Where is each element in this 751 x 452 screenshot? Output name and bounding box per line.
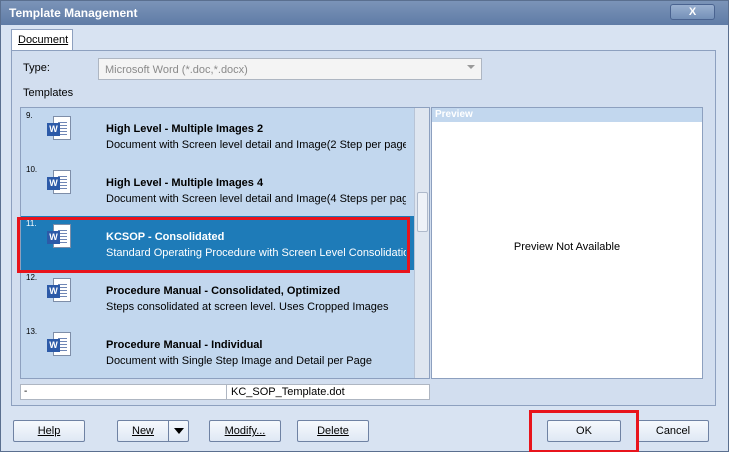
new-label: New — [132, 425, 155, 437]
preview-message: Preview Not Available — [513, 241, 621, 253]
list-item[interactable]: 12. W Procedure Manual - Consolidated, O… — [21, 270, 414, 324]
scrollbar-thumb[interactable] — [417, 192, 428, 232]
modify-label: Modify... — [224, 425, 266, 437]
template-management-dialog: Template Management X Document Type: Mic… — [0, 0, 729, 452]
template-file-row: - KC_SOP_Template.dot — [20, 384, 430, 400]
delete-button[interactable]: Delete — [297, 420, 369, 442]
list-item[interactable]: 10. W High Level - Multiple Images 4 Doc… — [21, 162, 414, 216]
help-label: Help — [37, 425, 61, 437]
new-button[interactable]: New — [117, 420, 189, 442]
preview-pane: Preview Preview Not Available — [431, 107, 703, 379]
close-icon: X — [688, 6, 697, 18]
list-item[interactable]: 9. W High Level - Multiple Images 2 Docu… — [21, 108, 414, 162]
item-title: High Level - Multiple Images 4 — [106, 177, 264, 189]
chevron-down-icon[interactable] — [168, 421, 188, 441]
item-number: 10. — [26, 165, 38, 174]
item-number: 9. — [26, 111, 33, 120]
item-title: High Level - Multiple Images 2 — [106, 123, 264, 135]
preview-header: Preview — [432, 108, 702, 122]
word-document-icon: W — [47, 170, 71, 196]
selection-highlight-box — [17, 217, 410, 273]
window-title: Template Management — [9, 6, 138, 20]
tab-document[interactable]: Document — [11, 29, 73, 51]
type-select[interactable]: Microsoft Word (*.doc,*.docx) — [98, 58, 482, 80]
divider — [226, 385, 227, 399]
item-title: Procedure Manual - Consolidated, Optimiz… — [106, 285, 341, 297]
item-description: Document with Screen level detail and Im… — [106, 193, 406, 205]
item-description: Document with Single Step Image and Deta… — [106, 355, 372, 367]
ok-highlight-box — [529, 410, 639, 452]
word-document-icon: W — [47, 278, 71, 304]
delete-label: Delete — [317, 425, 349, 437]
cancel-label: Cancel — [655, 425, 691, 437]
tab-label: Document — [18, 34, 69, 46]
cancel-button[interactable]: Cancel — [637, 420, 709, 442]
item-description: Document with Screen level detail and Im… — [106, 139, 406, 151]
type-select-value: Microsoft Word (*.doc,*.docx) — [105, 64, 248, 76]
close-button[interactable]: X — [670, 4, 715, 20]
dropdown-arrow-icon — [467, 65, 475, 69]
item-title: Procedure Manual - Individual — [106, 339, 263, 351]
title-bar: Template Management X — [1, 1, 728, 25]
modify-button[interactable]: Modify... — [209, 420, 281, 442]
type-label: Type: — [23, 62, 50, 74]
template-filename: KC_SOP_Template.dot — [231, 386, 345, 398]
help-button[interactable]: Help — [13, 420, 85, 442]
word-document-icon: W — [47, 116, 71, 142]
file-prefix: - — [24, 386, 28, 397]
word-document-icon: W — [47, 332, 71, 358]
list-item[interactable]: 13. W Procedure Manual - Individual Docu… — [21, 324, 414, 378]
templates-label: Templates — [23, 87, 74, 99]
item-number: 12. — [26, 273, 38, 282]
item-number: 13. — [26, 327, 38, 336]
list-scrollbar[interactable] — [414, 108, 429, 378]
item-description: Steps consolidated at screen level. Uses… — [106, 301, 389, 313]
